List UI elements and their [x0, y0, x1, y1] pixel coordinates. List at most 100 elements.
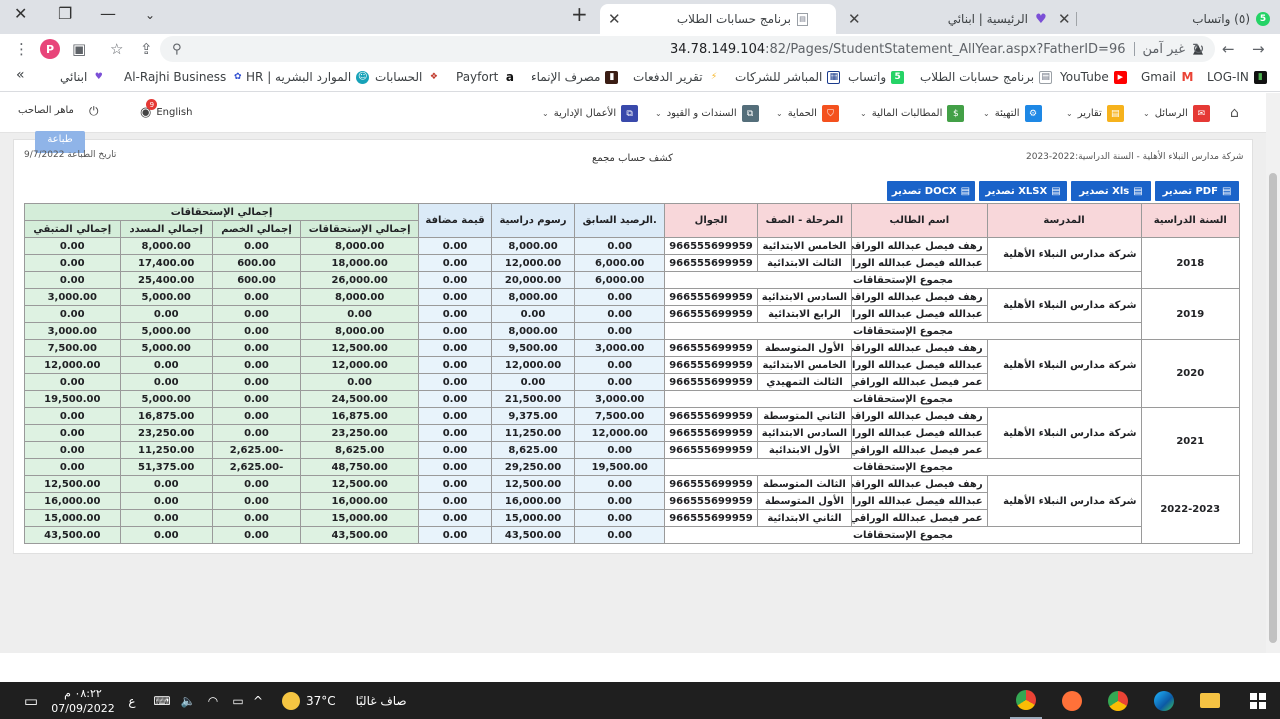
amazon-icon: a: [505, 70, 514, 84]
bookmark-accounts[interactable]: ❖ الحسابات: [375, 70, 440, 84]
close-tab-icon[interactable]: ✕: [848, 10, 861, 28]
chrome-alt-taskbar-icon[interactable]: [1102, 682, 1134, 719]
close-tab-icon[interactable]: ✕: [608, 10, 621, 28]
export-docx-button[interactable]: تصدير DOCX ▤: [887, 181, 975, 201]
cell-student: رهف فيصل عبدالله الوراقي: [851, 288, 988, 306]
new-tab-button[interactable]: +: [571, 2, 588, 26]
cell-prev: 0.00: [574, 492, 666, 510]
close-window-icon[interactable]: ✕: [14, 4, 27, 23]
nav-messages[interactable]: ✉ الرسائل ⌄: [1143, 105, 1210, 122]
user-name[interactable]: ماهر الصاحب: [18, 105, 74, 116]
edge-taskbar-icon[interactable]: [1148, 682, 1180, 719]
restore-window-icon[interactable]: ❐: [58, 4, 72, 23]
reload-icon[interactable]: ↻: [1192, 40, 1205, 58]
back-icon[interactable]: ←: [1222, 40, 1235, 58]
bookmark-youtube[interactable]: ▶ YouTube: [1060, 70, 1127, 84]
cell-stage: الثاني المتوسطة: [756, 407, 853, 425]
zoom-icon[interactable]: ⚲: [172, 42, 182, 57]
cell-vat: 0.00: [418, 339, 492, 357]
bookmark-al-rajhi[interactable]: ✿ Al-Rajhi Business: [124, 70, 244, 84]
cell-total-vat: 0.00: [418, 526, 492, 544]
cell-total-fees: 20,000.00: [490, 271, 576, 289]
nav-reports[interactable]: ▤ تقارير ⌄: [1066, 105, 1124, 122]
cell-rem: 0.00: [24, 407, 121, 425]
cell-fees: 15,000.00: [490, 509, 576, 527]
cell-paid: 0.00: [119, 475, 213, 493]
language-indicator[interactable]: ع: [124, 682, 140, 719]
home-icon[interactable]: ⌂: [1230, 105, 1239, 121]
tab-whatsapp[interactable]: 5 (٥) واتساب ✕: [1050, 4, 1280, 34]
document-icon: ▤: [797, 12, 808, 26]
file-explorer-taskbar-icon[interactable]: [1194, 682, 1226, 719]
vertical-scrollbar[interactable]: [1266, 93, 1280, 653]
page-title: كشف حساب مجمع: [592, 153, 673, 164]
bookmark-log-in[interactable]: ▮ LOG-IN: [1207, 70, 1267, 84]
volume-icon[interactable]: 🔈: [178, 682, 198, 719]
export-xlsx-button[interactable]: تصدير XLSX ▤: [979, 181, 1067, 201]
weather-widget[interactable]: 37°C صاف غالبًا: [282, 682, 412, 719]
cell-vat: 0.00: [418, 373, 492, 391]
start-windows-icon[interactable]: [1242, 682, 1274, 719]
scrollbar-thumb[interactable]: [1269, 173, 1277, 643]
cell-stage: الخامس الابتدائية: [756, 237, 853, 255]
file-icon: ▤: [1051, 185, 1061, 197]
keyboard-icon[interactable]: ⌨: [150, 682, 174, 719]
cell-total-disc: 0.00: [211, 322, 302, 340]
cell-due: 12,000.00: [300, 356, 420, 374]
chrome-taskbar-icon[interactable]: [1010, 682, 1042, 719]
profile-avatar[interactable]: P: [40, 39, 60, 59]
tab-search-chevron-icon[interactable]: ⌄: [145, 8, 155, 22]
forward-icon[interactable]: →: [1252, 40, 1265, 58]
nav-financial-claims[interactable]: $ المطالبات المالية ⌄: [860, 105, 965, 122]
wifi-icon[interactable]: ◠: [203, 682, 223, 719]
cell-paid: 8,000.00: [119, 237, 213, 255]
nav-setup[interactable]: ⚙ التهيئة ⌄: [983, 105, 1042, 122]
bookmark-student-accounts[interactable]: ▤ برنامج حسابات الطلاب: [920, 70, 1053, 84]
header-mobile: الجوال: [664, 203, 758, 238]
bookmark-payments-report[interactable]: ⚡ تقرير الدفعات: [633, 70, 721, 84]
cell-fees: 12,500.00: [490, 475, 576, 493]
share-icon[interactable]: ⇪: [140, 40, 153, 58]
header-prev-balance: .الرصيد السابق: [574, 203, 666, 238]
close-tab-icon[interactable]: ✕: [1058, 10, 1071, 28]
tab-home-abnaai[interactable]: ♥ الرئيسية | ابنائي ✕: [840, 4, 1077, 34]
cell-stage: الأول المتوسطة: [756, 339, 853, 357]
nav-admin-work[interactable]: ⧉ الأعمال الإدارية ⌄: [542, 105, 639, 122]
nav-vouchers-entries[interactable]: ⧉ السندات و القيود ⌄: [655, 105, 759, 122]
export-pdf-button[interactable]: تصدير PDF ▤: [1155, 181, 1239, 201]
bookmark-payfort[interactable]: a Payfort: [456, 70, 516, 84]
cell-total-disc: 0.00: [211, 526, 302, 544]
side-panel-icon[interactable]: ▣: [72, 40, 86, 58]
cell-due: 16,000.00: [300, 492, 420, 510]
minimize-window-icon[interactable]: —: [100, 4, 116, 23]
nav-protection[interactable]: ⛉ الحماية ⌄: [776, 105, 839, 122]
firefox-taskbar-icon[interactable]: [1056, 682, 1088, 719]
bookmark-star-icon[interactable]: ☆: [110, 40, 123, 58]
address-bar[interactable]: ▲ غير آمن 34.78.149.104:82/Pages/Student…: [160, 36, 1215, 62]
chevron-down-icon: ⌄: [1143, 109, 1150, 118]
cell-mobile: 966555699959: [664, 305, 758, 323]
bookmark-alinma[interactable]: ▮ مصرف الإنماء: [531, 70, 619, 84]
bookmark-direct-corporate[interactable]: ▦ المباشر للشركات: [735, 70, 841, 84]
clock[interactable]: ٠٨:٢٢ م 07/09/2022: [50, 682, 116, 719]
bookmark-gmail[interactable]: M Gmail: [1141, 70, 1194, 84]
power-icon[interactable]: ⏻: [89, 104, 99, 119]
cell-fees: 12,000.00: [490, 356, 576, 374]
battery-icon[interactable]: ▭: [228, 682, 248, 719]
bookmarks-overflow-button[interactable]: »: [16, 67, 25, 83]
cell-fees: 11,250.00: [490, 424, 576, 442]
bookmark-hr[interactable]: ☺ الموارد البشريه | HR: [246, 70, 370, 84]
export-xls-button[interactable]: تصدير Xls ▤: [1071, 181, 1151, 201]
menu-dots-icon[interactable]: ⋮: [14, 40, 29, 58]
language-switch[interactable]: English ◉ 9: [140, 99, 192, 120]
cell-total-rem: 43,500.00: [24, 526, 121, 544]
bookmarks-bar: ▮ LOG-IN M Gmail ▶ YouTube ▤ برنامج حسابات ا…: [0, 64, 1280, 92]
tab-student-accounts[interactable]: ▤ برنامج حسابات الطلاب ✕: [600, 4, 836, 34]
cell-total-paid: 5,000.00: [119, 390, 213, 408]
notifications-icon[interactable]: ▭: [18, 682, 44, 719]
cell-disc: 0.00: [211, 288, 302, 306]
chevron-up-icon[interactable]: ^: [250, 682, 266, 719]
bookmark-abnaai[interactable]: ♥ ابنائي: [60, 70, 105, 84]
bookmark-whatsapp[interactable]: 5 واتساب: [848, 70, 905, 84]
file-icon: ▤: [1221, 185, 1232, 197]
